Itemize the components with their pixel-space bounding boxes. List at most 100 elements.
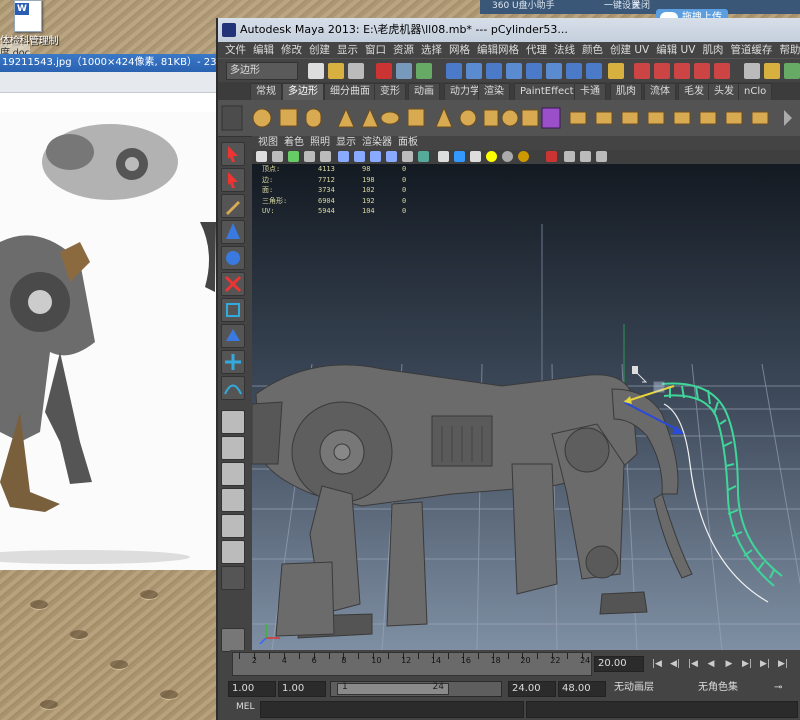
image-plane-icon[interactable] xyxy=(304,151,315,162)
layout-graph-icon[interactable] xyxy=(221,514,245,538)
open-scene-icon[interactable] xyxy=(328,63,344,79)
time-slider[interactable]: 2 4 6 8 10 12 14 16 18 20 22 24 20.00 |◀ ◀| |◀ ◀ ▶ … xyxy=(230,650,800,676)
panel-menu-item-5[interactable]: 面板 xyxy=(398,136,418,150)
lasso-tool-icon[interactable] xyxy=(221,168,245,192)
ipr-icon[interactable] xyxy=(784,63,800,79)
shelf-tab-3[interactable]: 变形 xyxy=(374,83,406,100)
shelf-tab-11[interactable]: 毛发 xyxy=(678,83,710,100)
anim-layer-dropdown[interactable]: 无动画层 xyxy=(614,681,654,695)
play-backward-icon[interactable]: ◀ xyxy=(704,658,718,670)
menu-item-13[interactable]: 创建 UV xyxy=(610,42,649,58)
scene-end-field[interactable]: 48.00 xyxy=(558,681,606,697)
mel-command-input[interactable] xyxy=(260,701,524,718)
make-live-icon[interactable] xyxy=(714,63,730,79)
go-to-end-icon[interactable]: ▶| xyxy=(776,658,790,670)
desktop-file-icon[interactable]: W 体检科管理制 度.doc xyxy=(0,0,60,59)
scale-tool-icon[interactable] xyxy=(221,272,245,296)
usb-helper-label[interactable]: 360 U盘小助手 xyxy=(492,0,555,13)
panel-menu-item-3[interactable]: 显示 xyxy=(336,136,356,150)
gate-icon[interactable] xyxy=(596,151,607,162)
current-time-field[interactable]: 20.00 xyxy=(594,656,644,672)
xray-icon[interactable] xyxy=(454,151,465,162)
snap-plane-icon[interactable] xyxy=(694,63,710,79)
scene-start-field[interactable]: 1.00 xyxy=(228,681,276,697)
mode-selector[interactable]: 多边形 xyxy=(226,62,298,80)
shelf-tab-6[interactable]: 渲染 xyxy=(478,83,510,100)
camera-attr-icon[interactable] xyxy=(272,151,283,162)
menu-item-8[interactable]: 网格 xyxy=(449,42,470,58)
lights-icon[interactable] xyxy=(402,151,413,162)
perspective-viewport[interactable]: 顶点: 4113 98 0 边: 7712 198 0 面: 3734 102 0 三角形: 6904 19… xyxy=(252,164,800,650)
textured-icon[interactable] xyxy=(386,151,397,162)
menu-item-6[interactable]: 资源 xyxy=(393,42,414,58)
question-icon[interactable] xyxy=(586,63,602,79)
mask-icon-2[interactable] xyxy=(466,63,482,79)
menu-item-14[interactable]: 编辑 UV xyxy=(656,42,695,58)
shelf-tab-0[interactable]: 常规 xyxy=(250,83,282,100)
playback-start-field[interactable]: 1.00 xyxy=(278,681,326,697)
shelf-tab-8[interactable]: 卡通 xyxy=(574,83,606,100)
shelf-tab-13[interactable]: nClo xyxy=(738,83,773,100)
grid-toggle-icon[interactable] xyxy=(320,151,331,162)
new-scene-icon[interactable] xyxy=(308,63,324,79)
maya-title-bar[interactable]: Autodesk Maya 2013: E:\老虎机器\ll08.mb* ---… xyxy=(218,18,800,42)
viewer-title[interactable]: 19211543.jpg（1000×424像素, 81KB）- 2345看图王 … xyxy=(0,54,216,72)
shelf-tab-9[interactable]: 肌肉 xyxy=(610,83,642,100)
layout-single-icon[interactable] xyxy=(221,410,245,434)
play-forward-icon[interactable]: ▶ xyxy=(722,658,736,670)
layout-two-icon[interactable] xyxy=(221,462,245,486)
select-component-icon[interactable] xyxy=(416,63,432,79)
menu-item-3[interactable]: 创建 xyxy=(309,42,330,58)
key-icon[interactable]: ⊸ xyxy=(774,681,782,695)
isolate-icon[interactable] xyxy=(438,151,449,162)
manipulator-icon[interactable] xyxy=(221,298,245,322)
menu-item-15[interactable]: 肌肉 xyxy=(702,42,723,58)
playback-end-field[interactable]: 24.00 xyxy=(508,681,556,697)
shelf-tab-4[interactable]: 动画 xyxy=(408,83,440,100)
menu-item-16[interactable]: 管道缓存 xyxy=(730,42,772,58)
panel-menu-item-1[interactable]: 着色 xyxy=(284,136,304,150)
select-object-icon[interactable] xyxy=(396,63,412,79)
menu-item-1[interactable]: 编辑 xyxy=(253,42,274,58)
menu-item-2[interactable]: 修改 xyxy=(281,42,302,58)
menu-item-11[interactable]: 法线 xyxy=(554,42,575,58)
camera-lock-icon[interactable] xyxy=(564,151,575,162)
wire-on-shaded-icon[interactable] xyxy=(370,151,381,162)
safe-frame-icon[interactable] xyxy=(580,151,591,162)
panel-menu-item-4[interactable]: 渲染器 xyxy=(362,136,392,150)
panel-menu-item-0[interactable]: 视图 xyxy=(258,136,278,150)
layout-dash-icon[interactable] xyxy=(221,566,245,590)
mel-label[interactable]: MEL xyxy=(236,702,254,712)
char-set-dropdown[interactable]: 无角色集 xyxy=(698,681,738,695)
shadows-icon[interactable] xyxy=(418,151,429,162)
step-back-key-icon[interactable]: ◀| xyxy=(668,658,682,670)
snap-point-icon[interactable] xyxy=(674,63,690,79)
menu-item-12[interactable]: 颜色 xyxy=(582,42,603,58)
layout-four-icon[interactable] xyxy=(221,436,245,460)
shelf-tab-1[interactable]: 多边形 xyxy=(282,83,324,100)
paint-select-icon[interactable] xyxy=(221,194,245,218)
step-forward-key-icon[interactable]: ▶| xyxy=(758,658,772,670)
mask-icon[interactable] xyxy=(446,63,462,79)
go-to-start-icon[interactable]: |◀ xyxy=(650,658,664,670)
curve-tool-icon[interactable] xyxy=(221,376,245,400)
bookmark-icon[interactable] xyxy=(288,151,299,162)
select-tool-icon[interactable] xyxy=(221,142,245,166)
menu-item-0[interactable]: 文件 xyxy=(225,42,246,58)
menu-item-5[interactable]: 窗口 xyxy=(365,42,386,58)
select-mode-icon[interactable] xyxy=(546,151,557,162)
history-icon[interactable] xyxy=(744,63,760,79)
close-link[interactable]: 关闭 xyxy=(632,0,650,13)
save-scene-icon[interactable] xyxy=(348,63,364,79)
rotate-tool-icon[interactable] xyxy=(221,246,245,270)
mask-icon-4[interactable] xyxy=(506,63,522,79)
lock-icon[interactable] xyxy=(608,63,624,79)
smooth-shade-icon[interactable] xyxy=(354,151,365,162)
menu-item-17[interactable]: 帮助 xyxy=(779,42,800,58)
mask-icon-7[interactable] xyxy=(566,63,582,79)
snap-curve-icon[interactable] xyxy=(654,63,670,79)
range-slider[interactable]: 1 24 xyxy=(330,681,502,697)
select-hierarchy-icon[interactable] xyxy=(376,63,392,79)
camera-icon[interactable] xyxy=(256,151,267,162)
step-back-frame-icon[interactable]: |◀ xyxy=(686,658,700,670)
